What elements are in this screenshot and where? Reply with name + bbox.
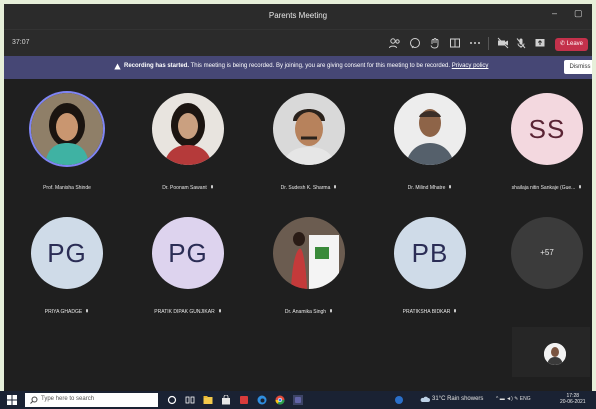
reactions-icon[interactable]: [428, 36, 442, 50]
mic-muted-icon: [449, 185, 452, 189]
meeting-timer: 37:07: [12, 39, 30, 46]
store-icon[interactable]: [221, 395, 231, 405]
meeting-title: Parents Meeting: [268, 11, 328, 20]
participant-initials: SS: [511, 93, 583, 165]
participant-initials: PB: [394, 217, 466, 289]
participant-initials: PG: [31, 217, 103, 289]
teams-window: Parents Meeting – ▢ 37:07 ✆ Leave Record…: [4, 4, 592, 405]
participant-grid: Prof. Manisha Shinde Dr. Poonam Sawant D…: [4, 79, 592, 381]
mic-muted-icon: [218, 309, 221, 313]
weather-icon: [420, 396, 430, 402]
participant-name: PRATIK DIPAK GUNJIKAR: [129, 309, 247, 315]
language-indicator[interactable]: ENG: [520, 396, 531, 402]
participant-tile[interactable]: Dr. Anamika Singh: [250, 207, 368, 321]
task-view-icon[interactable]: [185, 395, 195, 405]
recording-consent-text: This meeting is being recorded. By joini…: [190, 63, 451, 69]
camera-off-icon[interactable]: [496, 36, 510, 50]
participant-video: [152, 93, 224, 165]
toolbar-divider: [488, 37, 489, 50]
mic-muted-icon[interactable]: [514, 36, 528, 50]
privacy-policy-link[interactable]: Privacy policy: [452, 63, 489, 69]
self-view[interactable]: [512, 327, 590, 377]
clock-date: 20-06-2021: [560, 399, 586, 405]
participant-name: shailaja nitin Sankaje (Gue...: [488, 185, 592, 191]
participant-name: PRATIKSHA BIDKAR: [371, 309, 489, 315]
chrome-icon[interactable]: [275, 395, 285, 405]
participant-name: Prof. Manisha Shinde: [43, 185, 91, 191]
more-participants-count: +57: [511, 217, 583, 289]
recording-message: Recording has started. This meeting is b…: [124, 63, 488, 69]
rooms-icon[interactable]: [448, 36, 462, 50]
title-bar: Parents Meeting – ▢: [4, 4, 592, 29]
windows-taskbar: Type here to search 31°C Rain showers ^ …: [0, 391, 596, 409]
cortana-icon[interactable]: [167, 395, 177, 405]
participant-name: Dr. Anamika Singh: [250, 309, 368, 315]
participant-tile[interactable]: Dr. Milind Mhatre: [371, 83, 489, 197]
participant-video: [394, 93, 466, 165]
participant-tile[interactable]: Dr. Poonam Sawant: [129, 83, 247, 197]
minimize-button[interactable]: –: [552, 8, 557, 18]
windows-start-icon[interactable]: [7, 395, 17, 405]
participant-tile[interactable]: Dr. Sudesh K. Sharma: [250, 83, 368, 197]
mic-muted-icon: [330, 309, 333, 313]
recording-banner: Recording has started. This meeting is b…: [4, 56, 592, 79]
teams-icon[interactable]: [293, 395, 303, 405]
participant-name: Dr. Milind Mhatre: [371, 185, 489, 191]
chat-icon[interactable]: [408, 36, 422, 50]
participant-initials: PG: [152, 217, 224, 289]
overflow-tile[interactable]: +57: [488, 207, 592, 321]
participant-video: [273, 93, 345, 165]
recording-status: Recording has started.: [124, 63, 190, 69]
file-explorer-icon[interactable]: [203, 395, 213, 405]
participant-name: PRIYA GHADGE: [8, 309, 126, 315]
mic-muted-icon: [579, 185, 582, 189]
globe-icon[interactable]: [394, 395, 404, 405]
participant-name: Dr. Sudesh K. Sharma: [250, 185, 368, 191]
participant-name: Dr. Poonam Sawant: [129, 185, 247, 191]
more-actions-icon[interactable]: [468, 36, 482, 50]
participant-video: [31, 93, 103, 165]
mic-muted-icon: [454, 309, 457, 313]
phone-icon: ✆: [559, 41, 567, 47]
mic-muted-icon: [86, 309, 89, 313]
participant-tile[interactable]: Prof. Manisha Shinde: [8, 83, 126, 197]
self-video: [544, 343, 566, 365]
search-icon: [30, 396, 38, 404]
system-tray[interactable]: ^ ▬ ◄) ✎ ENG: [496, 396, 531, 402]
red-app-icon[interactable]: [239, 395, 249, 405]
dismiss-button[interactable]: Dismiss: [564, 60, 592, 74]
meeting-toolbar: 37:07 ✆ Leave: [4, 29, 592, 56]
share-screen-icon[interactable]: [533, 36, 547, 50]
warning-icon: [114, 63, 121, 70]
search-placeholder: Type here to search: [41, 396, 95, 402]
taskbar-clock[interactable]: 17:28 20-06-2021: [560, 393, 586, 405]
participant-tile[interactable]: SS shailaja nitin Sankaje (Gue...: [488, 83, 592, 197]
leave-button[interactable]: ✆ Leave: [555, 38, 588, 51]
leave-label: Leave: [566, 41, 584, 47]
mic-muted-icon: [334, 185, 337, 189]
participant-tile[interactable]: PG PRIYA GHADGE: [8, 207, 126, 321]
weather-text[interactable]: 31°C Rain showers: [432, 396, 483, 402]
participant-tile[interactable]: PB PRATIKSHA BIDKAR: [371, 207, 489, 321]
maximize-button[interactable]: ▢: [574, 8, 583, 19]
mic-muted-icon: [210, 185, 213, 189]
participant-video: [273, 217, 345, 289]
participant-tile[interactable]: PG PRATIK DIPAK GUNJIKAR: [129, 207, 247, 321]
taskbar-search[interactable]: Type here to search: [25, 393, 158, 407]
people-icon[interactable]: [388, 36, 402, 50]
volume-icon[interactable]: ◄): [506, 396, 514, 402]
edge-icon[interactable]: [257, 395, 267, 405]
